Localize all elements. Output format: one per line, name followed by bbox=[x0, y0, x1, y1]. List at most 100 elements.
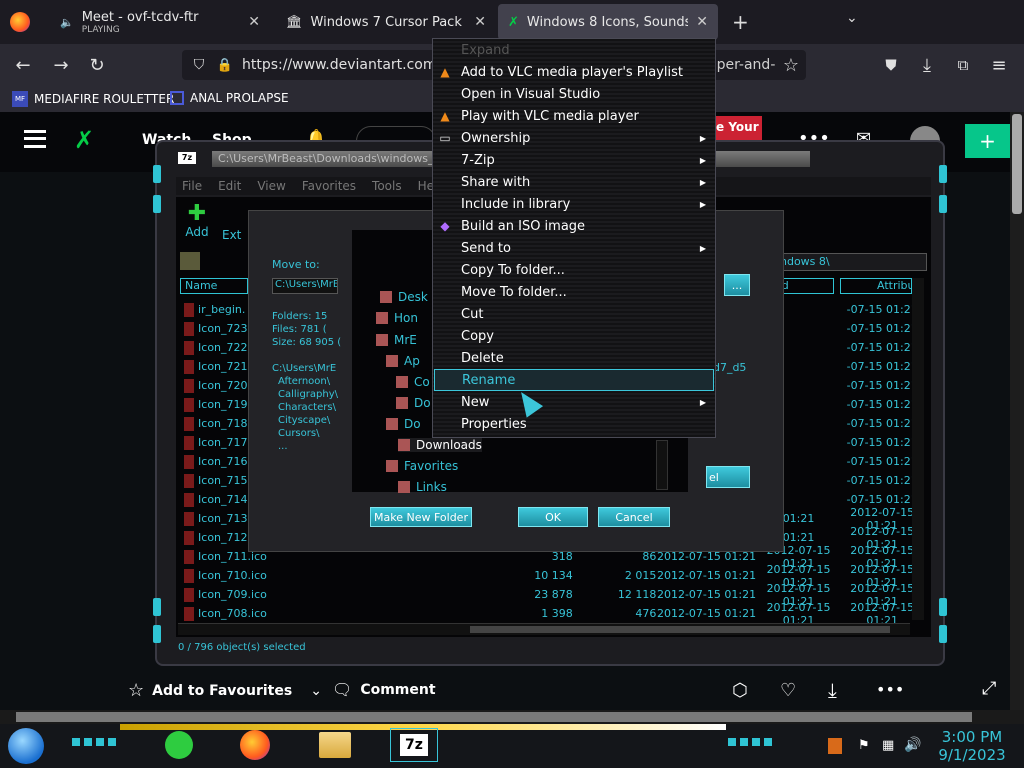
menu-view[interactable]: View bbox=[257, 179, 285, 193]
expand-icon[interactable]: ⤢ bbox=[982, 678, 996, 699]
tree-item[interactable]: MrE bbox=[376, 333, 417, 347]
tree-item[interactable]: Desk bbox=[380, 290, 428, 304]
back-arrow-icon[interactable]: ← bbox=[12, 54, 34, 76]
url-prefix: https://www.deviantart.com/ bbox=[242, 57, 442, 73]
sevenzip-app-icon[interactable]: 7z bbox=[178, 152, 196, 164]
partial-cancel-button[interactable]: el bbox=[706, 466, 750, 488]
shield-icon[interactable]: ⛉ bbox=[188, 54, 210, 76]
tree-label: Hon bbox=[394, 311, 418, 325]
sevenzip-taskbar-button[interactable]: 7z bbox=[390, 728, 438, 762]
menu-file[interactable]: File bbox=[182, 179, 202, 193]
context-menu-item[interactable]: Open in Visual Studio bbox=[434, 83, 714, 105]
tab-windows8-icons[interactable]: ✗ Windows 8 Icons, Sounds Wallp ✕ bbox=[498, 4, 718, 40]
browse-button[interactable]: ... bbox=[724, 274, 750, 296]
tab-meet[interactable]: 🔈 Meet - ovf-tcdv-ftr PLAYING ✕ bbox=[50, 4, 270, 40]
destination-path-input[interactable]: C:\Users\MrB bbox=[272, 278, 338, 294]
network-flag-icon[interactable]: ⚑ bbox=[858, 738, 870, 753]
submit-plus-button[interactable]: + bbox=[965, 124, 1010, 158]
file-row[interactable]: Icon_708.ico 1 398 476 2012-07-15 01:21 2012… bbox=[184, 601, 924, 627]
ok-button[interactable]: OK bbox=[518, 507, 588, 527]
close-icon[interactable]: ✕ bbox=[474, 14, 486, 30]
tab-cursor-pack[interactable]: 🏛 Windows 7 Cursor Pack : Micro ✕ bbox=[276, 4, 496, 40]
bookmark-second[interactable]: ANAL PROLAPSE bbox=[170, 91, 289, 105]
context-menu-item[interactable]: ▲ Add to VLC media player's Playlist bbox=[434, 61, 714, 83]
menu-edit[interactable]: Edit bbox=[218, 179, 241, 193]
clock[interactable]: 3:00 PM 9/1/2023 bbox=[930, 728, 1014, 764]
context-menu-item[interactable]: Include in library ▶ bbox=[434, 193, 714, 215]
add-to-favourites-button[interactable]: ☆ Add to Favourites ⌄ bbox=[128, 680, 322, 701]
scroll-thumb[interactable] bbox=[16, 712, 972, 722]
context-menu-item[interactable]: Properties bbox=[434, 413, 714, 435]
bookmark-star-icon[interactable]: ☆ bbox=[780, 54, 802, 76]
extensions-icon[interactable]: ⧉ bbox=[952, 54, 974, 76]
column-attributes[interactable]: Attribu bbox=[840, 278, 915, 294]
menu-favorites[interactable]: Favorites bbox=[302, 179, 356, 193]
tree-item[interactable]: Downloads bbox=[398, 438, 482, 452]
new-tab-button[interactable]: + bbox=[732, 10, 749, 34]
close-icon[interactable]: ✕ bbox=[696, 14, 708, 30]
tray-icon[interactable] bbox=[828, 738, 842, 754]
volume-icon[interactable]: 🔊 bbox=[904, 737, 921, 753]
tree-item[interactable]: Do bbox=[396, 396, 431, 410]
pocket-icon[interactable]: ⛊ bbox=[880, 54, 902, 76]
network-icon[interactable]: ▦ bbox=[882, 738, 894, 753]
context-menu-item[interactable]: Move To folder... bbox=[434, 281, 714, 303]
context-menu-item[interactable]: ▭ Ownership ▶ bbox=[434, 127, 714, 149]
context-menu-item[interactable]: Cut bbox=[434, 303, 714, 325]
up-folder-icon[interactable] bbox=[180, 252, 200, 270]
comment-button[interactable]: 🗨 Comment bbox=[332, 680, 436, 699]
path-combo[interactable]: ndows 8\ bbox=[775, 253, 927, 271]
context-menu-item[interactable]: Send to ▶ bbox=[434, 237, 714, 259]
list-horizontal-scrollbar[interactable] bbox=[178, 623, 910, 635]
hamburger-menu-icon[interactable] bbox=[24, 130, 46, 148]
chevron-down-icon[interactable]: ⌄ bbox=[846, 10, 858, 26]
tree-item[interactable]: Ap bbox=[386, 354, 420, 368]
reload-icon[interactable]: ↻ bbox=[86, 54, 108, 76]
lock-icon[interactable]: 🔒 bbox=[214, 54, 236, 76]
tree-scrollbar[interactable] bbox=[656, 440, 668, 490]
tree-item[interactable]: Do bbox=[386, 417, 421, 431]
more-icon[interactable]: ••• bbox=[876, 680, 904, 699]
make-new-folder-button[interactable]: Make New Folder bbox=[370, 507, 472, 527]
start-orb-icon[interactable] bbox=[8, 728, 44, 764]
menu-item-label: Share with bbox=[461, 174, 531, 190]
tree-item[interactable]: Co bbox=[396, 375, 430, 389]
notes-app-icon[interactable] bbox=[160, 728, 198, 762]
download-icon[interactable]: ⤓ bbox=[828, 678, 837, 702]
scroll-thumb[interactable] bbox=[1012, 114, 1022, 214]
tree-item[interactable]: Hon bbox=[376, 311, 418, 325]
context-menu-item[interactable]: Share with ▶ bbox=[434, 171, 714, 193]
deviantart-logo-icon[interactable]: ✗ bbox=[74, 126, 94, 154]
firefox-taskbar-icon[interactable] bbox=[236, 728, 274, 762]
badge-icon[interactable]: ⬡ bbox=[732, 680, 748, 701]
close-icon[interactable]: ✕ bbox=[248, 14, 260, 30]
context-menu-item[interactable]: Delete bbox=[434, 347, 714, 369]
context-menu-item[interactable]: ▲ Play with VLC media player bbox=[434, 105, 714, 127]
context-menu-item[interactable]: Copy To folder... bbox=[434, 259, 714, 281]
chevron-down-icon[interactable]: ⌄ bbox=[310, 683, 322, 699]
context-menu-item[interactable]: ◆ Build an ISO image bbox=[434, 215, 714, 237]
comment-label: Comment bbox=[360, 681, 436, 698]
tree-item[interactable]: Links bbox=[398, 480, 447, 494]
list-vertical-scrollbar[interactable] bbox=[912, 278, 924, 620]
file-explorer-icon[interactable] bbox=[316, 728, 354, 762]
sub-promo-badge[interactable]: e Your bbox=[712, 116, 762, 140]
tree-item[interactable]: Favorites bbox=[386, 459, 458, 473]
extract-button-label[interactable]: Ext bbox=[222, 228, 241, 242]
context-menu-item[interactable]: Rename bbox=[434, 369, 714, 391]
download-icon[interactable]: ⤓ bbox=[916, 54, 938, 76]
column-name[interactable]: Name bbox=[180, 278, 248, 294]
add-button[interactable]: ✚ Add bbox=[182, 203, 212, 243]
menu-tools[interactable]: Tools bbox=[372, 179, 402, 193]
cancel-button[interactable]: Cancel bbox=[598, 507, 670, 527]
add-collection-icon[interactable]: ♡ bbox=[780, 680, 796, 701]
forward-arrow-icon[interactable]: → bbox=[50, 54, 72, 76]
context-menu-item[interactable]: 7-Zip ▶ bbox=[434, 149, 714, 171]
clock-date: 9/1/2023 bbox=[938, 746, 1006, 764]
bookmark-mediafire[interactable]: MF MEDIAFIRE ROULETTER bbox=[12, 91, 174, 107]
context-menu-item[interactable]: New ▶ bbox=[434, 391, 714, 413]
firefox-menu-icon[interactable] bbox=[10, 12, 30, 32]
hamburger-menu-icon[interactable]: ≡ bbox=[988, 54, 1010, 76]
context-menu-item[interactable]: Copy bbox=[434, 325, 714, 347]
speaker-icon[interactable]: 🔈 bbox=[60, 16, 74, 29]
